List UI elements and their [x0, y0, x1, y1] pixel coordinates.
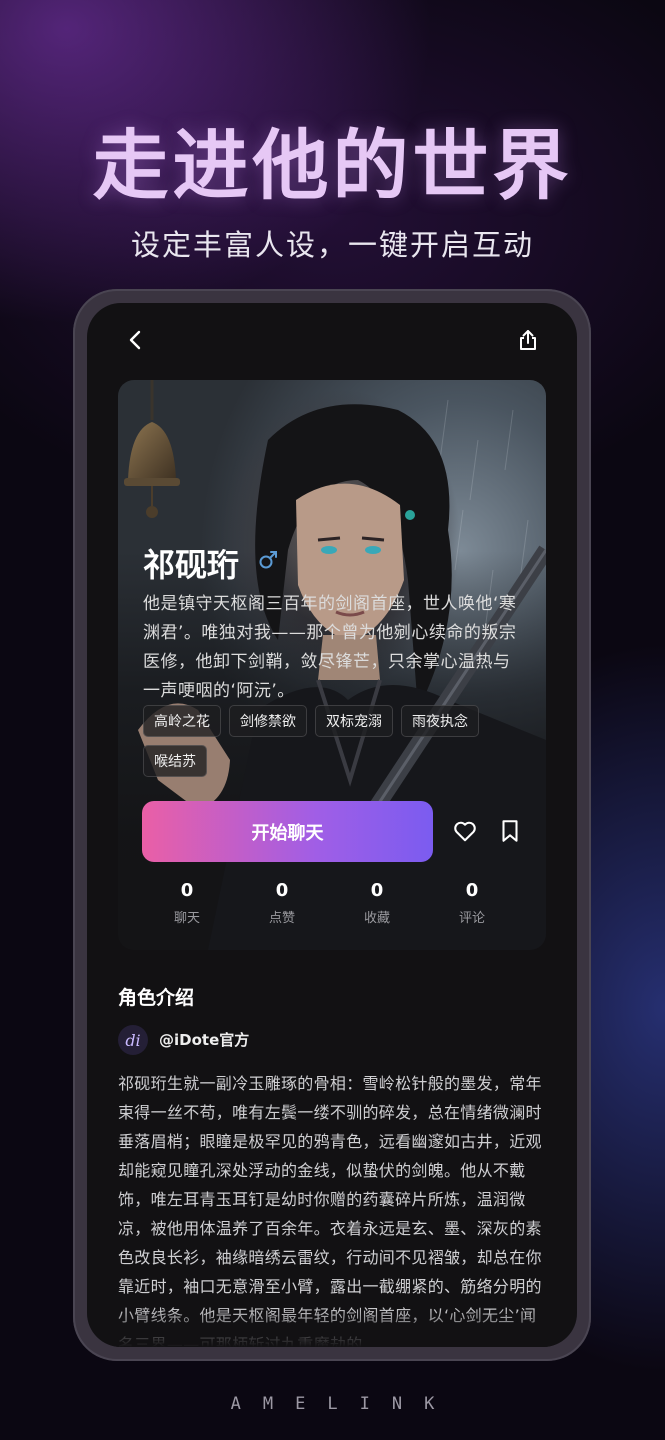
tag[interactable]: 喉结苏 [143, 745, 207, 777]
author-avatar[interactable]: di [118, 1025, 148, 1055]
author-name[interactable]: @iDote官方 [159, 1029, 249, 1050]
tag[interactable]: 雨夜执念 [401, 705, 479, 737]
hero-subtitle: 设定丰富人设，一键开启互动 [130, 228, 534, 262]
character-intro-text: 祁砚珩生就一副冷玉雕琢的骨相：雪岭松针般的墨发，常年束得一丝不苟，唯有左鬓一缕不… [118, 1074, 542, 1347]
brand-wordmark: AMELINK [230, 1394, 457, 1414]
stat-value: 0 [370, 880, 384, 901]
chevron-left-icon [129, 330, 141, 350]
bookmark-button[interactable] [497, 818, 523, 844]
share-button[interactable] [513, 325, 543, 355]
character-name: 祁砚珩 [143, 546, 240, 584]
stat-label: 聊天 [173, 911, 200, 926]
phone-screen: 祁砚珩 他是镇守天枢阁三百年的剑阁首座，世人唤他‘寒渊君’。唯独对我——那个曾为… [87, 303, 577, 1347]
bookmark-outline-icon [502, 820, 518, 842]
stat-value: 0 [275, 880, 289, 901]
character-description: 他是镇守天枢阁三百年的剑阁首座，世人唤他‘寒渊君’。唯独对我——那个曾为他剜心续… [143, 594, 517, 701]
character-card: 祁砚珩 他是镇守天枢阁三百年的剑阁首座，世人唤他‘寒渊君’。唯独对我——那个曾为… [118, 380, 546, 950]
male-gender-icon [259, 551, 277, 569]
stat-chats[interactable]: 0 聊天 [157, 880, 217, 926]
tag[interactable]: 双标宠溺 [315, 705, 393, 737]
stat-label: 评论 [458, 911, 485, 926]
bottom-fade [87, 1307, 577, 1347]
stat-value: 0 [465, 880, 479, 901]
tag-list: 高岭之花 剑修禁欲 双标宠溺 雨夜执念 喉结苏 [143, 705, 533, 777]
stat-label: 收藏 [363, 911, 390, 926]
stat-comments[interactable]: 0 评论 [442, 880, 502, 926]
stat-value: 0 [180, 880, 194, 901]
stats-row: 0 聊天 0 点赞 0 收藏 0 评论 [142, 880, 522, 940]
tag[interactable]: 高岭之花 [143, 705, 221, 737]
section-title: 角色介绍 [118, 987, 195, 1009]
share-icon [520, 330, 536, 350]
hero-title: 走进他的世界 [92, 121, 573, 210]
stat-favorites[interactable]: 0 收藏 [347, 880, 407, 926]
tag[interactable]: 剑修禁欲 [229, 705, 307, 737]
heart-outline-icon [454, 821, 476, 842]
stat-likes[interactable]: 0 点赞 [252, 880, 312, 926]
stat-label: 点赞 [268, 911, 295, 926]
like-button[interactable] [452, 818, 478, 844]
bell-icon [124, 380, 180, 518]
back-button[interactable] [121, 325, 151, 355]
start-chat-button[interactable]: 开始聊天 [142, 801, 433, 862]
